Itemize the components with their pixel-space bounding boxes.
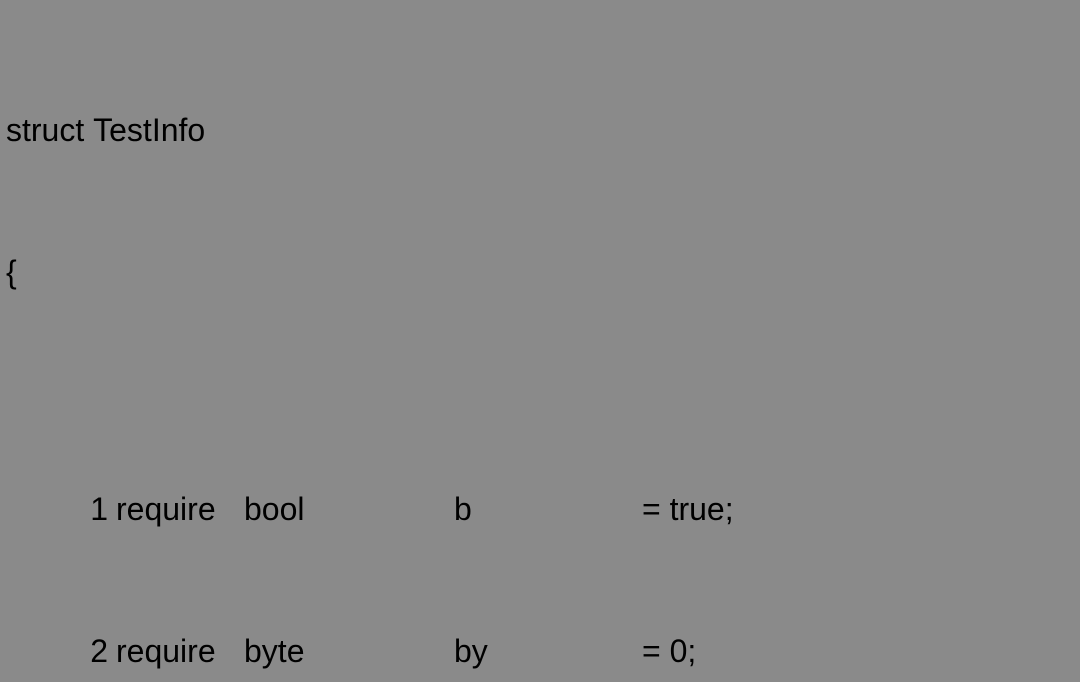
- field-value: = 0;: [642, 628, 1074, 675]
- field-var: by: [454, 628, 642, 675]
- field-value: = true;: [642, 486, 1074, 533]
- code-block: struct TestInfo { 1 require bool b = tru…: [0, 0, 1080, 682]
- field-modifier: require: [108, 486, 244, 533]
- field-row: 1 require bool b = true;: [6, 486, 1074, 533]
- field-row: 2 require byte by = 0;: [6, 628, 1074, 675]
- field-type: byte: [244, 628, 454, 675]
- field-num: 1: [54, 486, 108, 533]
- struct-name: TestInfo: [93, 107, 205, 154]
- field-num: 2: [54, 628, 108, 675]
- field-type: bool: [244, 486, 454, 533]
- struct-declaration: struct TestInfo: [6, 107, 1074, 154]
- field-var: b: [454, 486, 642, 533]
- struct-keyword: struct: [6, 107, 84, 154]
- open-brace: {: [6, 249, 1074, 296]
- field-modifier: require: [108, 628, 244, 675]
